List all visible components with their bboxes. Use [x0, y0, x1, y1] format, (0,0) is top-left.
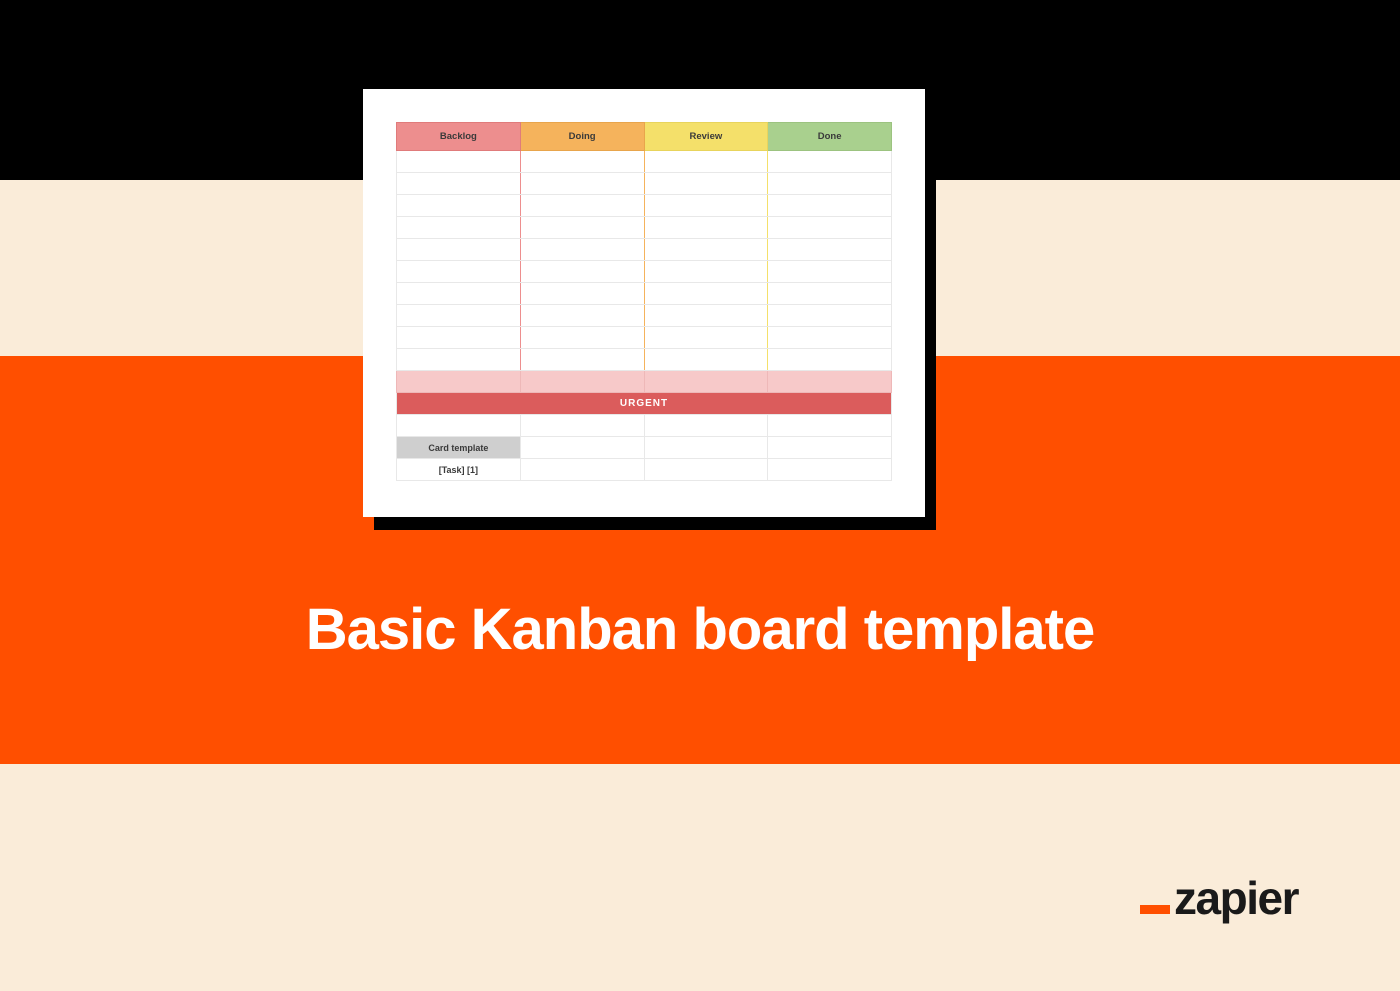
table-row	[397, 261, 892, 283]
zapier-underscore-icon	[1140, 905, 1170, 914]
table-cell	[768, 173, 892, 195]
table-cell	[768, 415, 892, 437]
table-row	[397, 195, 892, 217]
table-row	[397, 327, 892, 349]
table-row	[397, 283, 892, 305]
table-cell	[397, 261, 521, 283]
table-cell	[520, 195, 644, 217]
table-cell	[520, 415, 644, 437]
table-cell	[644, 437, 768, 459]
table-cell	[768, 261, 892, 283]
table-cell	[768, 305, 892, 327]
table-row	[397, 305, 892, 327]
table-cell	[644, 415, 768, 437]
table-row	[397, 151, 892, 173]
table-cell	[644, 239, 768, 261]
kanban-header-row: Backlog Doing Review Done	[397, 123, 892, 151]
table-cell	[768, 217, 892, 239]
table-cell	[520, 261, 644, 283]
table-cell	[768, 151, 892, 173]
zapier-logo: zapier	[1140, 871, 1298, 925]
table-cell	[768, 459, 892, 481]
table-cell	[397, 283, 521, 305]
table-cell	[520, 349, 644, 371]
table-cell	[520, 217, 644, 239]
table-row	[397, 415, 892, 437]
table-cell	[644, 459, 768, 481]
table-cell	[397, 349, 521, 371]
table-cell	[768, 371, 892, 393]
table-cell	[520, 371, 644, 393]
table-row: Card template	[397, 437, 892, 459]
table-cell	[397, 415, 521, 437]
column-header-review: Review	[644, 123, 768, 151]
table-cell	[768, 327, 892, 349]
table-row	[397, 239, 892, 261]
table-cell	[397, 239, 521, 261]
table-cell	[397, 305, 521, 327]
table-cell	[397, 371, 521, 393]
table-cell	[644, 349, 768, 371]
table-cell	[397, 327, 521, 349]
urgent-label: URGENT	[397, 393, 892, 415]
zapier-logo-text: zapier	[1174, 871, 1298, 925]
page-title: Basic Kanban board template	[0, 596, 1400, 663]
table-cell	[520, 327, 644, 349]
table-cell	[397, 151, 521, 173]
table-cell	[644, 371, 768, 393]
table-cell	[768, 437, 892, 459]
table-cell	[644, 173, 768, 195]
table-row	[397, 173, 892, 195]
table-cell	[397, 217, 521, 239]
table-row	[397, 217, 892, 239]
table-row	[397, 371, 892, 393]
table-cell	[768, 283, 892, 305]
card-template-label: Card template	[397, 437, 521, 459]
table-cell	[768, 195, 892, 217]
table-cell	[397, 173, 521, 195]
column-header-done: Done	[768, 123, 892, 151]
table-cell	[644, 283, 768, 305]
table-cell	[768, 239, 892, 261]
table-cell	[520, 305, 644, 327]
column-header-doing: Doing	[520, 123, 644, 151]
column-header-backlog: Backlog	[397, 123, 521, 151]
table-cell	[644, 151, 768, 173]
table-cell	[644, 195, 768, 217]
table-cell	[520, 151, 644, 173]
kanban-board-table: Backlog Doing Review Done URGENT Card tem…	[396, 122, 892, 481]
table-cell	[644, 217, 768, 239]
table-cell	[644, 305, 768, 327]
table-cell	[520, 459, 644, 481]
table-cell	[520, 437, 644, 459]
table-cell	[520, 239, 644, 261]
table-cell	[768, 349, 892, 371]
table-cell	[644, 261, 768, 283]
table-cell	[520, 283, 644, 305]
table-cell	[520, 173, 644, 195]
table-cell	[644, 327, 768, 349]
table-cell	[397, 195, 521, 217]
template-card: Backlog Doing Review Done URGENT Card tem…	[363, 89, 925, 517]
table-row: [Task] [1]	[397, 459, 892, 481]
table-row: URGENT	[397, 393, 892, 415]
task-placeholder: [Task] [1]	[397, 459, 521, 481]
table-row	[397, 349, 892, 371]
